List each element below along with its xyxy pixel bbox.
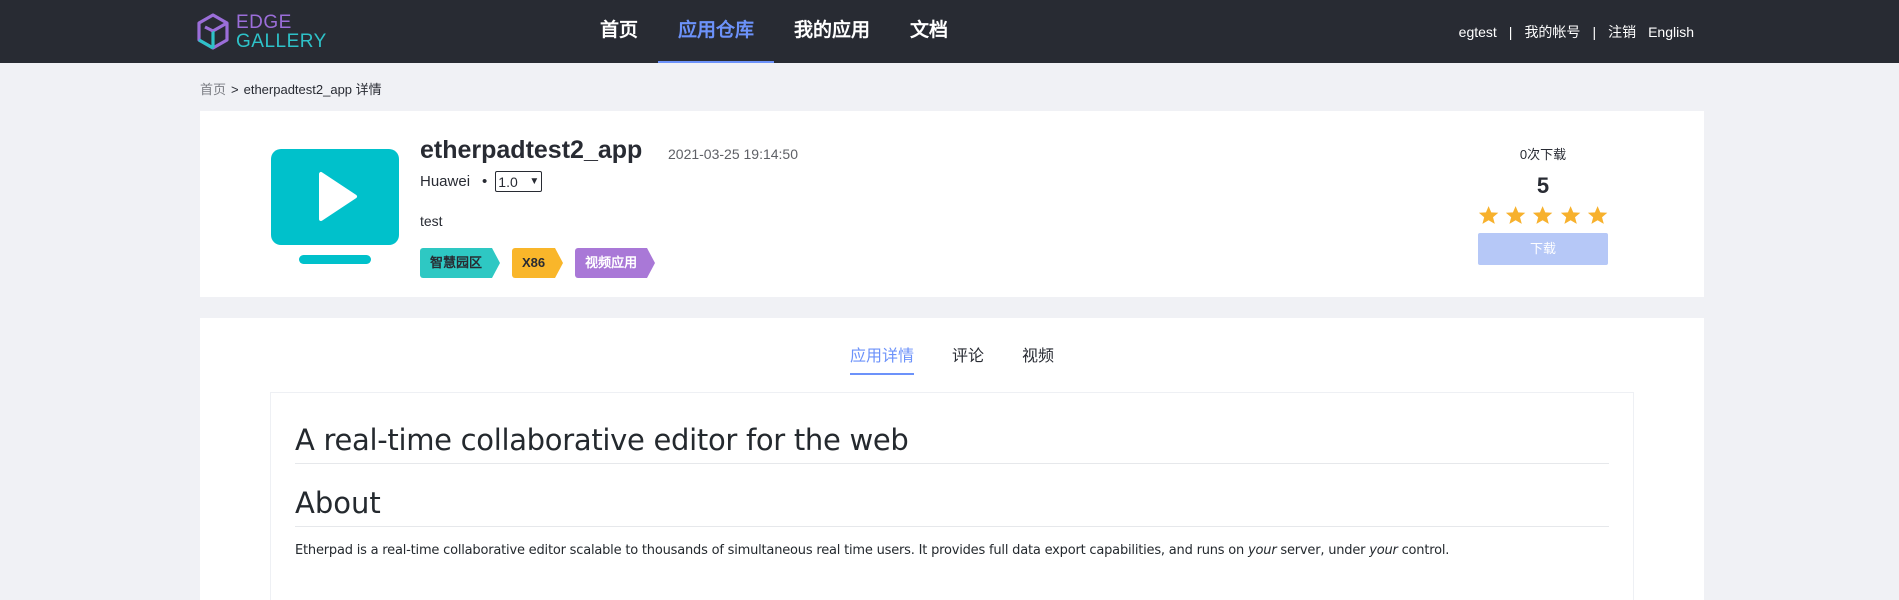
my-account-link[interactable]: 我的帐号: [1524, 22, 1580, 42]
breadcrumb-arrow: >: [231, 82, 239, 97]
para-emphasis: your: [1248, 543, 1277, 558]
readme-content: A real-time collaborative editor for the…: [270, 392, 1634, 600]
logo-wordmark: EDGE GALLERY: [236, 13, 327, 51]
detail-tabs: 应用详情 评论 视频: [200, 342, 1704, 375]
breadcrumb-current: etherpadtest2_app 详情: [243, 82, 382, 97]
breadcrumb-home[interactable]: 首页: [200, 82, 226, 97]
star-icon: [1506, 206, 1526, 224]
chevron-down-icon: ▼: [529, 176, 540, 187]
app-description: test: [420, 213, 443, 229]
nav-home[interactable]: 首页: [580, 0, 658, 63]
separator: |: [1592, 23, 1597, 40]
readme-title: A real-time collaborative editor for the…: [295, 393, 1609, 464]
breadcrumb: 首页 > etherpadtest2_app 详情: [200, 79, 382, 98]
nav-my-apps[interactable]: 我的应用: [774, 0, 890, 63]
language-switch[interactable]: English: [1648, 24, 1694, 40]
readme-heading-about: About: [295, 464, 1609, 527]
tag-architecture: X86: [512, 248, 564, 278]
tab-video[interactable]: 视频: [1022, 342, 1054, 375]
star-icon: [1533, 206, 1553, 224]
star-icon: [1478, 206, 1499, 224]
app-meta: Huawei • 1.0 ▼: [420, 171, 543, 192]
version-value: 1.0: [498, 173, 518, 190]
user-menu: egtest | 我的帐号 | 注销 English: [1459, 0, 1694, 63]
version-select[interactable]: 1.0 ▼: [495, 171, 543, 192]
para-emphasis: your: [1369, 543, 1398, 558]
app-tags: 智慧园区 X86 视频应用: [420, 248, 667, 278]
logo-line-1: EDGE: [236, 12, 292, 33]
tab-app-details[interactable]: 应用详情: [849, 342, 914, 375]
nav-app-store[interactable]: 应用仓库: [658, 0, 775, 63]
star-icon: [1560, 206, 1580, 224]
download-button[interactable]: 下载: [1478, 233, 1608, 265]
app-upload-date: 2021-03-25 19:14:50: [668, 146, 798, 162]
app-summary-card: etherpadtest2_app 2021-03-25 19:14:50 Hu…: [200, 111, 1704, 297]
download-count: 0次下载: [1519, 147, 1567, 162]
rating-score: 5: [1536, 173, 1550, 198]
main-nav: 首页 应用仓库 我的应用 文档: [580, 0, 968, 63]
logo-line-2: GALLERY: [236, 31, 327, 52]
rating-stars: [1478, 205, 1608, 225]
tag-industry: 智慧园区: [420, 248, 501, 278]
tag-type: 视频应用: [575, 248, 656, 278]
readme-paragraph: Etherpad is a real-time collaborative ed…: [295, 543, 1609, 558]
top-navbar: EDGE GALLERY 首页 应用仓库 我的应用 文档 egtest | 我的…: [0, 0, 1899, 63]
logout-link[interactable]: 注销: [1608, 22, 1636, 42]
cube-logo-icon: [197, 13, 229, 50]
app-name: etherpadtest2_app: [420, 136, 643, 164]
tab-comments[interactable]: 评论: [952, 342, 984, 375]
edgegallery-logo[interactable]: EDGE GALLERY: [196, 13, 327, 51]
username-link[interactable]: egtest: [1459, 24, 1497, 40]
meta-dot: •: [482, 173, 488, 190]
video-play-icon: [271, 149, 399, 264]
para-text: server, under: [1276, 543, 1370, 558]
app-detail-panel: 应用详情 评论 视频 A real-time collaborative edi…: [200, 318, 1704, 600]
para-text: control.: [1397, 543, 1450, 558]
para-text: Etherpad is a real-time collaborative ed…: [295, 543, 1249, 558]
app-stats: 0次下载 5 下载: [1478, 144, 1608, 265]
nav-docs[interactable]: 文档: [890, 0, 968, 63]
app-provider: Huawei: [420, 173, 471, 190]
star-icon: [1587, 206, 1608, 224]
separator: |: [1508, 23, 1513, 40]
